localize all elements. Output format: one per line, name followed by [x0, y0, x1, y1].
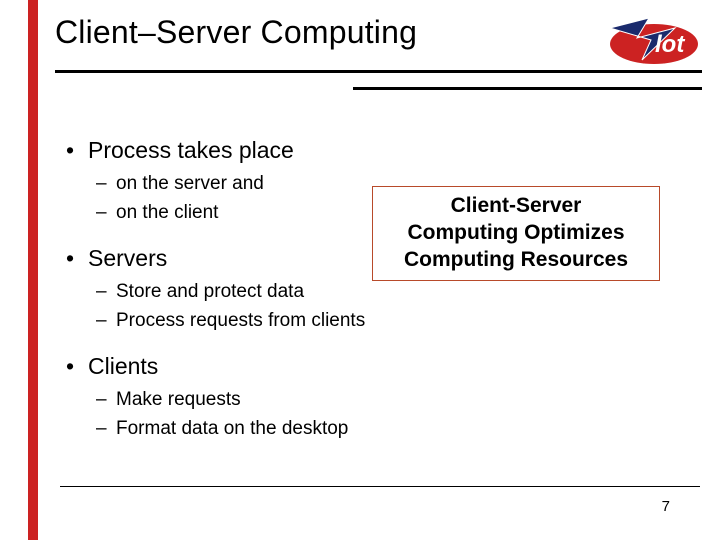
- bullet-clients-sub-2: Format data on the desktop: [60, 416, 700, 442]
- page-number: 7: [662, 498, 670, 515]
- bullet-servers: Servers: [60, 244, 700, 273]
- bullet-process: Process takes place: [60, 136, 700, 165]
- bullet-clients: Clients: [60, 352, 700, 381]
- bullet-process-sub-1: on the server and: [60, 171, 700, 197]
- bullet-servers-sub-1: Store and protect data: [60, 279, 700, 305]
- bullet-process-sub-2: on the client: [60, 200, 700, 226]
- footer-rule: [60, 486, 700, 487]
- accent-vertical-bar: [28, 0, 38, 540]
- header-rules: [55, 70, 702, 90]
- logo-svg: lot: [607, 10, 702, 68]
- logo: lot: [607, 10, 702, 68]
- header-rule-bottom: [353, 87, 702, 90]
- header-rule-top: [55, 70, 702, 73]
- body-content: Process takes place on the server and on…: [60, 118, 700, 470]
- bullet-servers-sub-2: Process requests from clients: [60, 308, 700, 334]
- logo-text: lot: [655, 31, 685, 58]
- slide: Client–Server Computing lot Client-Serve…: [0, 0, 720, 540]
- bullet-clients-sub-1: Make requests: [60, 387, 700, 413]
- slide-title: Client–Server Computing: [55, 14, 702, 51]
